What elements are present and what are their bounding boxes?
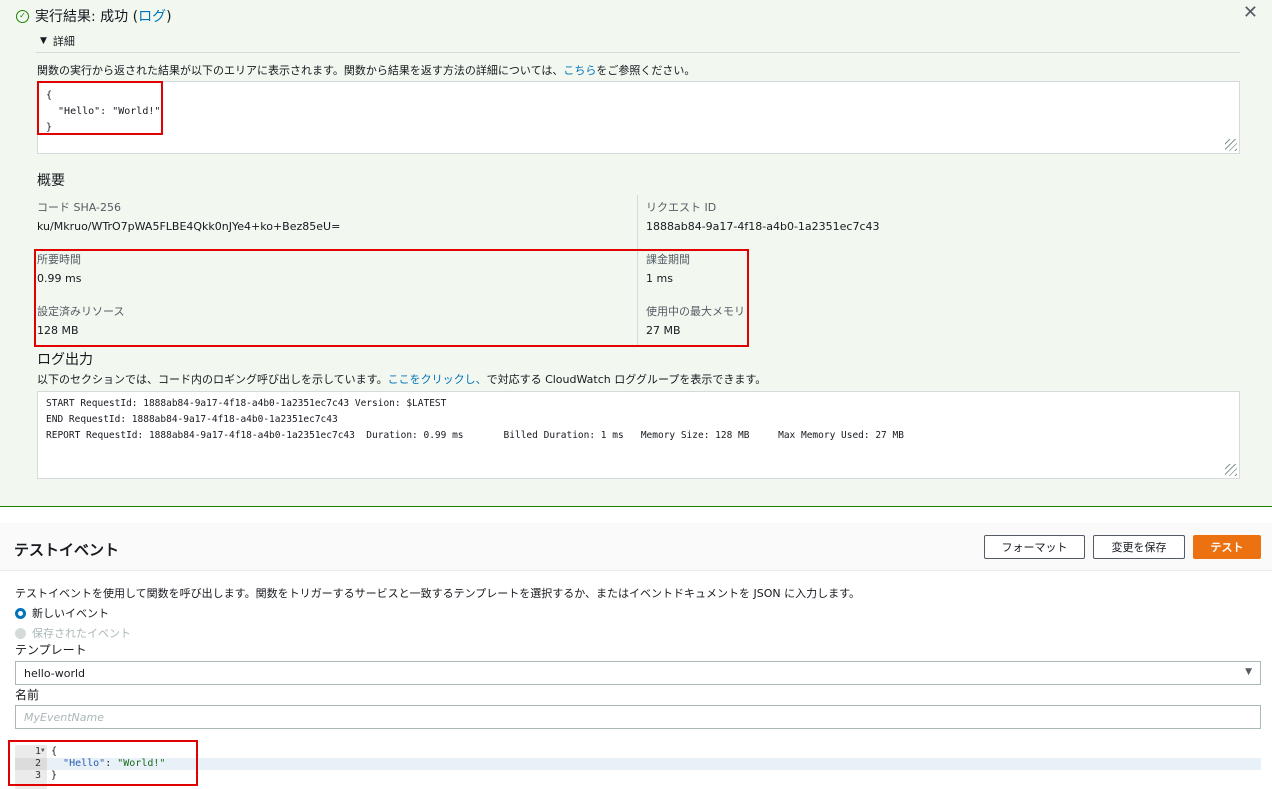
radio-disabled-icon xyxy=(15,627,26,639)
details-divider xyxy=(36,52,1240,53)
summary-column-divider xyxy=(637,195,638,345)
max-memory-label: 使用中の最大メモリ xyxy=(646,305,745,318)
code-line-2: "Hello": "World!" xyxy=(51,758,165,770)
dropdown-arrow-icon: ▼ xyxy=(1245,667,1252,677)
cloudwatch-link[interactable]: ここをクリックし、 xyxy=(388,373,487,386)
result-output-box[interactable]: { "Hello": "World!" } xyxy=(37,81,1240,154)
template-select[interactable]: hello-world ▼ xyxy=(15,661,1261,685)
request-id-label: リクエスト ID xyxy=(646,201,717,214)
event-json-editor[interactable]: 1 ▼ 2 3 { "Hello": "World!" } xyxy=(15,745,1261,789)
radio-saved-event: 保存されたイベント xyxy=(15,625,131,641)
radio-new-event[interactable]: 新しいイベント xyxy=(15,605,109,621)
summary-title: 概要 xyxy=(37,173,65,189)
template-label: テンプレート xyxy=(15,643,87,657)
log-output-box[interactable]: START RequestId: 1888ab84-9a17-4f18-a4b0… xyxy=(37,391,1240,479)
save-changes-button[interactable]: 変更を保存 xyxy=(1093,535,1185,559)
result-description-suffix: をご参照ください。 xyxy=(596,64,696,77)
log-output-title: ログ出力 xyxy=(37,352,93,368)
radio-new-event-label: 新しいイベント xyxy=(32,607,109,620)
json-value: "World!" xyxy=(117,758,166,769)
editor-active-line xyxy=(47,758,1261,770)
test-event-header: テストイベント フォーマット 変更を保存 テスト xyxy=(0,523,1272,571)
docs-link[interactable]: こちら xyxy=(563,64,596,77)
template-select-value: hello-world xyxy=(24,667,86,680)
test-button[interactable]: テスト xyxy=(1193,535,1261,559)
event-name-input[interactable]: MyEventName xyxy=(15,705,1261,729)
result-title-text: 実行結果: 成功 ( xyxy=(35,9,139,25)
log-output-description: 以下のセクションでは、コード内のロギング呼び出しを示しています。ここをクリックし… xyxy=(37,371,766,387)
log-description-suffix: で対応する CloudWatch ロググループを表示できます。 xyxy=(486,373,767,386)
result-output-text: { "Hello": "World!" } xyxy=(46,90,161,133)
close-icon[interactable]: ✕ xyxy=(1243,2,1258,23)
request-id-value: 1888ab84-9a17-4f18-a4b0-1a2351ec7c43 xyxy=(646,220,880,233)
json-key: "Hello" xyxy=(63,758,106,769)
log-output-text: START RequestId: 1888ab84-9a17-4f18-a4b0… xyxy=(46,398,904,441)
result-title-close-paren: ) xyxy=(166,9,172,25)
code-sha-label: コード SHA-256 xyxy=(37,201,121,214)
result-description-text: 関数の実行から返された結果が以下のエリアに表示されます。関数から結果を返す方法の… xyxy=(37,64,564,77)
code-line-3: } xyxy=(51,770,58,781)
details-toggle[interactable]: ▼ 詳細 xyxy=(40,33,75,49)
fold-arrow-icon[interactable]: ▼ xyxy=(41,747,45,754)
duration-value: 0.99 ms xyxy=(37,272,82,285)
duration-label: 所要時間 xyxy=(37,253,81,266)
radio-selected-icon[interactable] xyxy=(15,607,26,619)
caret-down-icon: ▼ xyxy=(40,36,47,46)
code-sha-value: ku/Mkruo/WTrO7pWA5FLBE4Qkk0nJYe4+ko+Bez8… xyxy=(37,220,341,233)
result-description: 関数の実行から返された結果が以下のエリアに表示されます。関数から結果を返す方法の… xyxy=(37,62,695,78)
name-label: 名前 xyxy=(15,688,40,702)
test-event-description: テストイベントを使用して関数を呼び出します。関数をトリガーするサービスと一致する… xyxy=(15,587,861,600)
log-link[interactable]: ログ xyxy=(138,9,166,25)
line-number: 3 xyxy=(34,770,41,781)
configured-resources-value: 128 MB xyxy=(37,324,79,337)
code-line-1: { xyxy=(51,746,58,757)
billed-duration-label: 課金期間 xyxy=(646,253,690,266)
resize-grip-icon[interactable] xyxy=(1225,139,1237,151)
highlight-box-metrics xyxy=(34,249,749,347)
execution-result-panel: ✓ 実行結果: 成功 (ログ) ✕ ▼ 詳細 関数の実行から返された結果が以下の… xyxy=(0,0,1272,507)
log-description-text: 以下のセクションでは、コード内のロギング呼び出しを示しています。 xyxy=(37,373,388,386)
result-title: 実行結果: 成功 (ログ) xyxy=(35,6,172,26)
result-header: ✓ 実行結果: 成功 (ログ) xyxy=(16,6,172,26)
success-check-icon: ✓ xyxy=(16,9,29,23)
line-number: 2 xyxy=(34,758,41,769)
configured-resources-label: 設定済みリソース xyxy=(37,305,125,318)
radio-saved-event-label: 保存されたイベント xyxy=(32,627,131,640)
billed-duration-value: 1 ms xyxy=(646,272,673,285)
format-button[interactable]: フォーマット xyxy=(984,535,1085,559)
line-number: 1 xyxy=(34,746,41,757)
details-label: 詳細 xyxy=(52,35,75,48)
resize-grip-icon[interactable] xyxy=(1225,464,1237,476)
max-memory-value: 27 MB xyxy=(646,324,681,337)
test-event-title: テストイベント xyxy=(14,541,120,559)
json-colon: : xyxy=(105,758,118,769)
